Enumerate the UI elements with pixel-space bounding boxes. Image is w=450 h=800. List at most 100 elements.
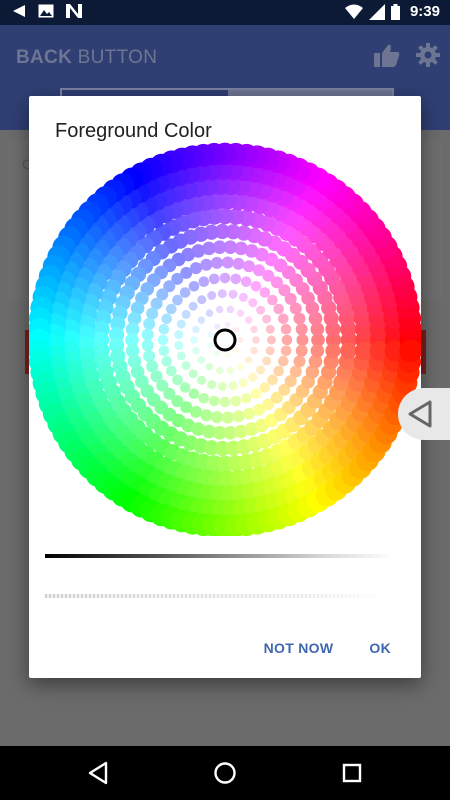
color-swatch-dot[interactable] (188, 369, 198, 379)
color-swatch-dot[interactable] (179, 382, 191, 393)
alpha-slider[interactable] (45, 594, 385, 598)
color-swatch-dot[interactable] (221, 256, 234, 269)
color-swatch-dot[interactable] (146, 307, 159, 320)
color-swatch-dot[interactable] (188, 281, 200, 292)
color-swatch-dot[interactable] (224, 321, 231, 328)
color-swatch-dot[interactable] (219, 272, 231, 284)
color-swatch-dot[interactable] (280, 345, 292, 357)
color-swatch-dot[interactable] (295, 323, 308, 336)
thumbs-up-icon[interactable] (374, 43, 400, 67)
color-swatch-dot[interactable] (197, 295, 207, 305)
color-swatch-dot[interactable] (141, 339, 154, 352)
color-swatch-dot[interactable] (215, 366, 224, 375)
color-swatch-dot[interactable] (256, 365, 266, 375)
color-swatch-dot[interactable] (207, 291, 217, 300)
gear-icon[interactable] (416, 43, 440, 67)
color-swatch-dot[interactable] (238, 292, 248, 302)
color-swatch-dot[interactable] (161, 313, 172, 325)
color-swatch-dot[interactable] (224, 352, 231, 359)
color-swatch-dot[interactable] (188, 388, 200, 400)
color-swatch-dot[interactable] (262, 356, 272, 366)
color-swatch-dot[interactable] (281, 334, 293, 346)
color-swatch-dot[interactable] (197, 356, 205, 364)
color-swatch-dot[interactable] (190, 336, 198, 344)
color-swatch-dot[interactable] (181, 309, 191, 319)
color-swatch-dot[interactable] (176, 351, 186, 361)
color-swatch-dot[interactable] (190, 405, 202, 418)
color-swatch-dot[interactable] (200, 258, 213, 271)
color-swatch-dot[interactable] (325, 343, 341, 359)
color-swatch-dot[interactable] (207, 342, 214, 349)
color-swatch-dot[interactable] (210, 256, 223, 269)
color-swatch-dot[interactable] (198, 276, 210, 287)
color-swatch-dot[interactable] (267, 335, 276, 345)
color-swatch-dot[interactable] (198, 393, 210, 404)
color-swatch-dot[interactable] (236, 309, 245, 317)
color-swatch-dot[interactable] (143, 350, 156, 363)
color-swatch-dot[interactable] (158, 345, 170, 357)
color-swatch-dot[interactable] (250, 325, 258, 334)
color-swatch-dot[interactable] (278, 355, 289, 367)
color-swatch-dot[interactable] (197, 375, 207, 385)
color-swatch-dot[interactable] (230, 273, 242, 285)
color-swatch-dot[interactable] (256, 305, 266, 315)
home-icon[interactable] (213, 761, 237, 785)
color-swatch-dot[interactable] (217, 289, 227, 299)
color-swatch-dot[interactable] (248, 298, 258, 308)
color-swatch-dot[interactable] (226, 305, 235, 314)
color-swatch-dot[interactable] (215, 305, 224, 314)
color-swatch-dot[interactable] (214, 323, 221, 330)
color-swatch-dot[interactable] (240, 276, 252, 287)
color-swatch-dot[interactable] (174, 330, 184, 340)
color-swatch-dot[interactable] (237, 337, 244, 343)
color-swatch-dot[interactable] (205, 363, 214, 371)
color-swatch-dot[interactable] (192, 346, 200, 355)
color-swatch-dot[interactable] (232, 257, 245, 270)
color-swatch-dot[interactable] (192, 325, 200, 334)
color-swatch-dot[interactable] (158, 323, 170, 335)
color-swatch-dot[interactable] (172, 294, 183, 306)
color-swatch-dot[interactable] (259, 287, 271, 298)
color-swatch-dot[interactable] (207, 331, 214, 338)
color-swatch-dot[interactable] (179, 287, 191, 298)
color-swatch-dot[interactable] (250, 281, 262, 292)
color-swatch-dot[interactable] (295, 344, 308, 357)
color-swatch-dot[interactable] (273, 365, 284, 377)
color-swatch-dot[interactable] (232, 410, 245, 423)
selected-color-marker[interactable] (213, 328, 237, 352)
color-swatch-dot[interactable] (278, 313, 289, 325)
back-icon[interactable] (86, 761, 110, 785)
color-swatch-dot[interactable] (293, 355, 306, 368)
color-swatch-dot[interactable] (273, 303, 284, 315)
lightness-slider[interactable] (45, 554, 395, 558)
color-swatch-dot[interactable] (296, 334, 309, 346)
color-swatch-dot[interactable] (208, 273, 220, 285)
color-swatch-dot[interactable] (200, 409, 213, 422)
color-swatch-dot[interactable] (240, 393, 252, 404)
color-swatch-dot[interactable] (207, 380, 217, 389)
color-swatch-dot[interactable] (166, 303, 177, 315)
color-swatch-dot[interactable] (280, 323, 292, 335)
color-swatch-dot[interactable] (208, 395, 220, 407)
color-swatch-dot[interactable] (236, 363, 245, 371)
color-swatch-dot[interactable] (310, 344, 325, 358)
color-swatch-dot[interactable] (233, 347, 240, 353)
color-swatch-dot[interactable] (181, 361, 191, 371)
color-swatch-dot[interactable] (250, 388, 262, 400)
color-swatch-dot[interactable] (245, 316, 253, 324)
color-swatch-dot[interactable] (217, 381, 227, 391)
color-swatch-dot[interactable] (238, 378, 248, 388)
ok-button[interactable]: OK (369, 640, 391, 656)
color-swatch-dot[interactable] (228, 289, 238, 299)
color-swatch-dot[interactable] (265, 324, 275, 334)
color-swatch-dot[interactable] (248, 372, 258, 382)
color-swatch-dot[interactable] (267, 294, 278, 306)
color-swatch-dot[interactable] (262, 314, 272, 324)
color-swatch-dot[interactable] (197, 316, 205, 324)
color-swatch-dot[interactable] (259, 382, 271, 393)
not-now-button[interactable]: NOT NOW (264, 640, 334, 656)
color-swatch-dot[interactable] (188, 301, 198, 311)
color-swatch-dot[interactable] (245, 356, 253, 364)
color-swatch-dot[interactable] (242, 260, 255, 273)
color-swatch-dot[interactable] (340, 342, 357, 360)
